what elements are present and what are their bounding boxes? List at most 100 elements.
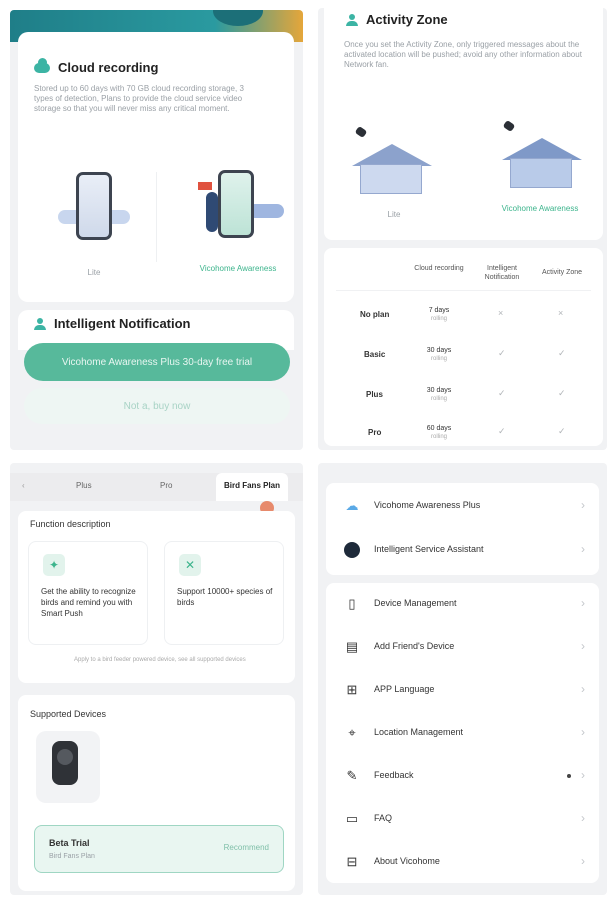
divider (156, 172, 157, 262)
plan-label: Basic (364, 350, 386, 359)
trial-title: Beta Trial (49, 838, 90, 848)
activity-zone-panel: Activity Zone Once you set the Activity … (318, 8, 607, 450)
check-icon: ✓ (558, 426, 566, 436)
about-icon: ⊟ (346, 854, 358, 869)
bird-fans-plan-panel: ‹ Plus Pro Bird Fans Plan Function descr… (10, 463, 303, 895)
bird-detect-icon: ✦ (43, 554, 65, 576)
table-header: Cloud recording (414, 265, 464, 272)
feedback-icon: ✎ (346, 768, 358, 783)
feature-card: ✦ Get the ability to recognize birds and… (28, 541, 148, 645)
function-card: Function description ✦ Get the ability t… (18, 511, 295, 683)
chevron-right-icon: › (581, 639, 585, 653)
beta-trial-card[interactable]: Beta Trial Bird Fans Plan Recommend (34, 825, 284, 873)
species-icon: ✕ (179, 554, 201, 576)
activity-zone-description: Once you set the Activity Zone, only tri… (344, 40, 582, 69)
trial-subtitle: Bird Fans Plan (49, 853, 95, 860)
menu-item-feedback[interactable]: ✎ Feedback › (326, 755, 599, 798)
plan-comparison-table: Cloud recording Intelligent Notification… (324, 248, 603, 446)
menu-item-awareness-plus[interactable]: ☁ Vicohome Awareness Plus › (326, 485, 599, 528)
friend-device-icon: ▤ (345, 639, 359, 654)
chevron-right-icon: › (581, 811, 585, 825)
notification-dot (567, 774, 571, 778)
activity-zone-heading: Activity Zone (346, 12, 448, 27)
bird-feeder-device[interactable] (36, 731, 100, 803)
location-icon: ⌖ (348, 725, 356, 740)
chevron-right-icon: › (581, 682, 585, 696)
cloud-icon: ☁ (345, 498, 359, 513)
cloud-recording-panel: Cloud recording Stored up to 60 days wit… (10, 10, 303, 450)
chevron-right-icon: › (581, 768, 585, 782)
table-cell: 30 days rolling (426, 347, 452, 362)
menu-item-label: About Vicohome (374, 856, 440, 866)
table-cell: 60 days rolling (426, 425, 452, 440)
plan-tabs: ‹ Plus Pro Bird Fans Plan (10, 473, 303, 501)
menu-item-app-language[interactable]: ⊞ APP Language › (326, 669, 599, 712)
cross-icon: × (498, 308, 504, 318)
phone-lite-illustration (76, 172, 112, 240)
supported-devices-card: Supported Devices Beta Trial Bird Fans P… (18, 695, 295, 891)
footnote: Apply to a bird feeder powered device, s… (74, 657, 246, 663)
table-cell: 30 days rolling (426, 387, 452, 402)
check-icon: ✓ (558, 388, 566, 398)
menu-item-label: FAQ (374, 813, 393, 823)
person-illustration (206, 192, 218, 232)
activity-zone-card: Activity Zone Once you set the Activity … (324, 8, 603, 240)
faq-icon: ▭ (345, 811, 359, 826)
cross-icon: × (558, 308, 564, 318)
menu-item-label: Location Management (374, 727, 464, 737)
free-trial-button[interactable]: Vicohome Awareness Plus 30-day free tria… (24, 343, 290, 381)
tab-pro[interactable]: Pro (160, 481, 172, 490)
person-icon (346, 13, 358, 26)
menu-item-device-management[interactable]: ▯ Device Management › (326, 583, 599, 626)
feature-card: ✕ Support 10000+ species of birds (164, 541, 284, 645)
check-icon: ✓ (498, 426, 506, 436)
awareness-caption: Vicohome Awareness (501, 204, 579, 213)
feature-text: Get the ability to recognize birds and r… (41, 587, 136, 618)
table-header: Intelligent Notification (484, 265, 520, 281)
chevron-right-icon: › (581, 498, 585, 512)
plan-label: Pro (368, 428, 382, 437)
feature-text: Support 10000+ species of birds (177, 587, 273, 607)
assistant-icon (344, 542, 360, 558)
plan-label: No plan (360, 310, 390, 319)
row-divider (336, 290, 591, 291)
chevron-right-icon: › (581, 542, 585, 556)
tab-plus[interactable]: Plus (76, 481, 92, 490)
notification-title: Intelligent Notification (54, 316, 191, 331)
menu-item-label: Vicohome Awareness Plus (374, 500, 481, 510)
buy-now-button[interactable]: Not a, buy now (24, 388, 290, 424)
flag-illustration (198, 182, 212, 190)
plan-label: Plus (366, 390, 383, 399)
lite-caption: Lite (87, 268, 101, 277)
camera-icon (354, 125, 368, 139)
notification-heading: Intelligent Notification (34, 316, 191, 331)
supported-devices-title: Supported Devices (30, 709, 107, 719)
table-cell: 7 days rolling (428, 307, 450, 322)
function-title: Function description (30, 519, 111, 529)
chevron-right-icon: › (581, 596, 585, 610)
banner-decoration (213, 10, 263, 26)
menu-item-location-management[interactable]: ⌖ Location Management › (326, 712, 599, 755)
cloud-recording-title: Cloud recording (58, 60, 159, 75)
cloud-recording-heading: Cloud recording (34, 57, 159, 75)
menu-item-add-friends-device[interactable]: ▤ Add Friend's Device › (326, 626, 599, 669)
settings-menu-card: ▯ Device Management › ▤ Add Friend's Dev… (326, 583, 599, 883)
phone-awareness-illustration (218, 170, 254, 238)
menu-item-label: Feedback (374, 770, 414, 780)
awareness-caption: Vicohome Awareness (199, 264, 277, 273)
chevron-right-icon: › (581, 854, 585, 868)
menu-item-faq[interactable]: ▭ FAQ › (326, 798, 599, 841)
activity-zone-title: Activity Zone (366, 12, 448, 27)
menu-item-service-assistant[interactable]: Intelligent Service Assistant › (326, 529, 599, 572)
language-icon: ⊞ (346, 682, 358, 697)
menu-item-label: Intelligent Service Assistant (374, 544, 484, 554)
menu-item-label: Add Friend's Device (374, 641, 455, 651)
tab-bird-fans-plan[interactable]: Bird Fans Plan (216, 473, 289, 501)
tab-scroll-left-icon[interactable]: ‹ (22, 481, 25, 490)
check-icon: ✓ (558, 348, 566, 358)
menu-item-label: APP Language (374, 684, 435, 694)
menu-item-about[interactable]: ⊟ About Vicohome › (326, 841, 599, 884)
check-icon: ✓ (498, 388, 506, 398)
table-header: Activity Zone (541, 269, 583, 276)
trial-action[interactable]: Recommend (224, 843, 269, 852)
